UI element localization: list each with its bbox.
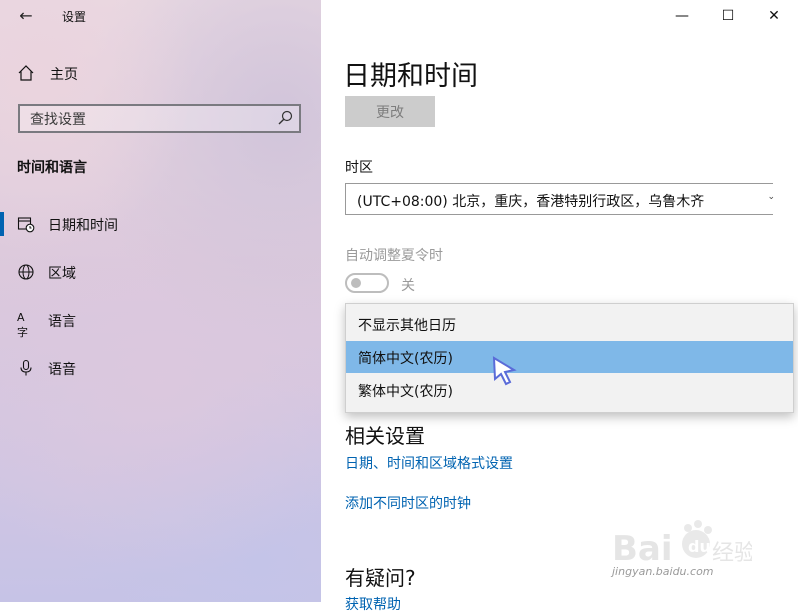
toggle-knob	[351, 278, 361, 288]
section-title: 时间和语言	[17, 160, 87, 176]
help-link[interactable]: 获取帮助	[345, 594, 401, 614]
minimize-button[interactable]: —	[667, 6, 697, 26]
dropdown-option-label: 不显示其他日历	[358, 318, 456, 334]
change-button[interactable]: 更改	[345, 96, 435, 127]
home-icon	[18, 65, 34, 81]
timezone-select[interactable]: (UTC+08:00) 北京，重庆，香港特别行政区，乌鲁木齐 ⌄	[345, 183, 775, 215]
question-title: 有疑问?	[345, 566, 416, 590]
svg-text:Bai: Bai	[612, 529, 673, 569]
maximize-button[interactable]: ☐	[713, 6, 743, 26]
nav-home[interactable]: 主页	[0, 58, 321, 88]
dst-toggle[interactable]	[345, 273, 389, 293]
search-box[interactable]	[18, 104, 301, 133]
chevron-down-icon: ⌄	[767, 192, 775, 202]
watermark-url: jingyan.baidu.com	[612, 565, 714, 578]
sidebar-item-label: 日期和时间	[48, 218, 118, 234]
sidebar-item-label: 语音	[48, 362, 76, 378]
dropdown-option-label: 简体中文(农历)	[358, 351, 453, 367]
app-title: 设置	[62, 10, 87, 24]
search-icon[interactable]	[277, 110, 293, 126]
timezone-value: (UTC+08:00) 北京，重庆，香港特别行政区，乌鲁木齐	[357, 194, 705, 210]
dropdown-option-label: 繁体中文(农历)	[358, 384, 453, 400]
sidebar-item-date-time[interactable]: 日期和时间	[0, 208, 321, 240]
sidebar-item-label: 区域	[48, 266, 76, 282]
globe-icon	[18, 264, 34, 280]
svg-text:经验: 经验	[712, 541, 752, 566]
sidebar-item-language[interactable]: A字 语言	[0, 304, 321, 339]
close-button[interactable]: ✕	[759, 6, 789, 26]
related-settings-title: 相关设置	[345, 424, 425, 448]
sidebar-item-label: 语言	[48, 314, 76, 330]
link-date-format[interactable]: 日期、时间和区域格式设置	[345, 453, 513, 473]
sidebar-item-speech[interactable]: 语音	[0, 352, 321, 384]
nav-home-label: 主页	[50, 67, 78, 83]
calendar-dropdown[interactable]: 不显示其他日历 简体中文(农历) 繁体中文(农历)	[345, 303, 794, 413]
search-input[interactable]	[28, 109, 272, 131]
sidebar: ← 设置 主页 时间和语言 日期和时间 区域 A字 语言	[0, 0, 321, 602]
page-title: 日期和时间	[343, 61, 478, 92]
dropdown-option[interactable]: 繁体中文(农历)	[346, 374, 793, 406]
dst-label: 自动调整夏令时	[345, 248, 443, 264]
dropdown-option[interactable]: 不显示其他日历	[346, 308, 793, 340]
link-add-clocks[interactable]: 添加不同时区的时钟	[345, 493, 471, 513]
microphone-icon	[20, 359, 32, 376]
language-icon: A字	[17, 311, 28, 339]
timezone-label: 时区	[345, 160, 373, 176]
svg-text:du: du	[688, 537, 711, 556]
dst-state: 关	[401, 278, 415, 294]
dropdown-option-selected[interactable]: 简体中文(农历)	[346, 341, 793, 373]
mouse-cursor-icon	[492, 356, 517, 386]
back-button[interactable]: ←	[14, 6, 38, 26]
sidebar-item-region[interactable]: 区域	[0, 256, 321, 288]
clock-calendar-icon	[17, 217, 35, 233]
